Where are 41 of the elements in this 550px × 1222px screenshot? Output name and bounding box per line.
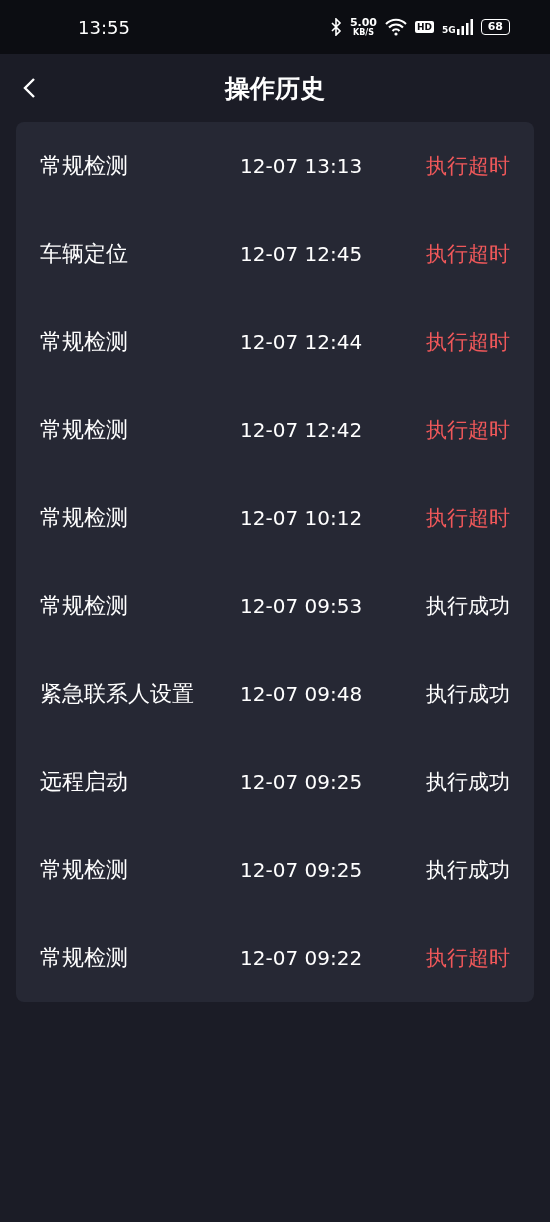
operation-time: 12-07 09:53 — [240, 594, 364, 618]
operation-name: 常规检测 — [40, 944, 129, 972]
operation-time: 12-07 12:45 — [240, 242, 364, 266]
operation-time: 12-07 09:48 — [240, 682, 364, 706]
operation-time: 12-07 12:44 — [240, 330, 364, 354]
operation-name: 常规检测 — [40, 592, 129, 620]
operation-name: 常规检测 — [40, 856, 129, 884]
operation-time: 12-07 12:42 — [240, 418, 364, 442]
speed-unit: KB/S — [352, 28, 374, 37]
operation-result: 执行成功 — [426, 593, 510, 620]
operation-name: 常规检测 — [40, 328, 129, 356]
operation-time: 12-07 10:12 — [240, 506, 364, 530]
operation-time: 12-07 09:25 — [240, 858, 364, 882]
speed-value: 5.00 — [349, 17, 377, 28]
status-time: 13:55 — [78, 16, 130, 38]
operation-result: 执行超时 — [426, 329, 510, 356]
signal-icon — [456, 19, 473, 35]
operation-result: 执行成功 — [426, 769, 510, 796]
bluetooth-icon — [329, 18, 342, 36]
operation-result: 执行超时 — [426, 505, 510, 532]
page-title: 操作历史 — [225, 72, 325, 105]
operation-result: 执行超时 — [426, 945, 510, 972]
network-label: 5G — [442, 25, 456, 35]
operation-result: 执行超时 — [426, 153, 510, 180]
operation-time: 12-07 09:25 — [240, 770, 364, 794]
wifi-icon — [385, 18, 407, 36]
operation-name: 远程启动 — [40, 768, 129, 796]
operation-name: 车辆定位 — [40, 240, 129, 268]
operation-name: 常规检测 — [40, 504, 129, 532]
operation-name: 紧急联系人设置 — [40, 680, 195, 708]
back-icon[interactable] — [22, 77, 36, 99]
hd-badge: HD — [415, 21, 435, 33]
battery-indicator: 68 — [480, 19, 510, 35]
operation-result: 执行超时 — [426, 241, 510, 268]
operation-name: 常规检测 — [40, 416, 129, 444]
operation-result: 执行超时 — [426, 417, 510, 444]
operation-result: 执行成功 — [426, 857, 510, 884]
operation-time: 12-07 13:13 — [240, 154, 364, 178]
operation-time: 12-07 09:22 — [240, 946, 364, 970]
operation-result: 执行成功 — [426, 681, 510, 708]
operation-name: 常规检测 — [40, 152, 129, 180]
